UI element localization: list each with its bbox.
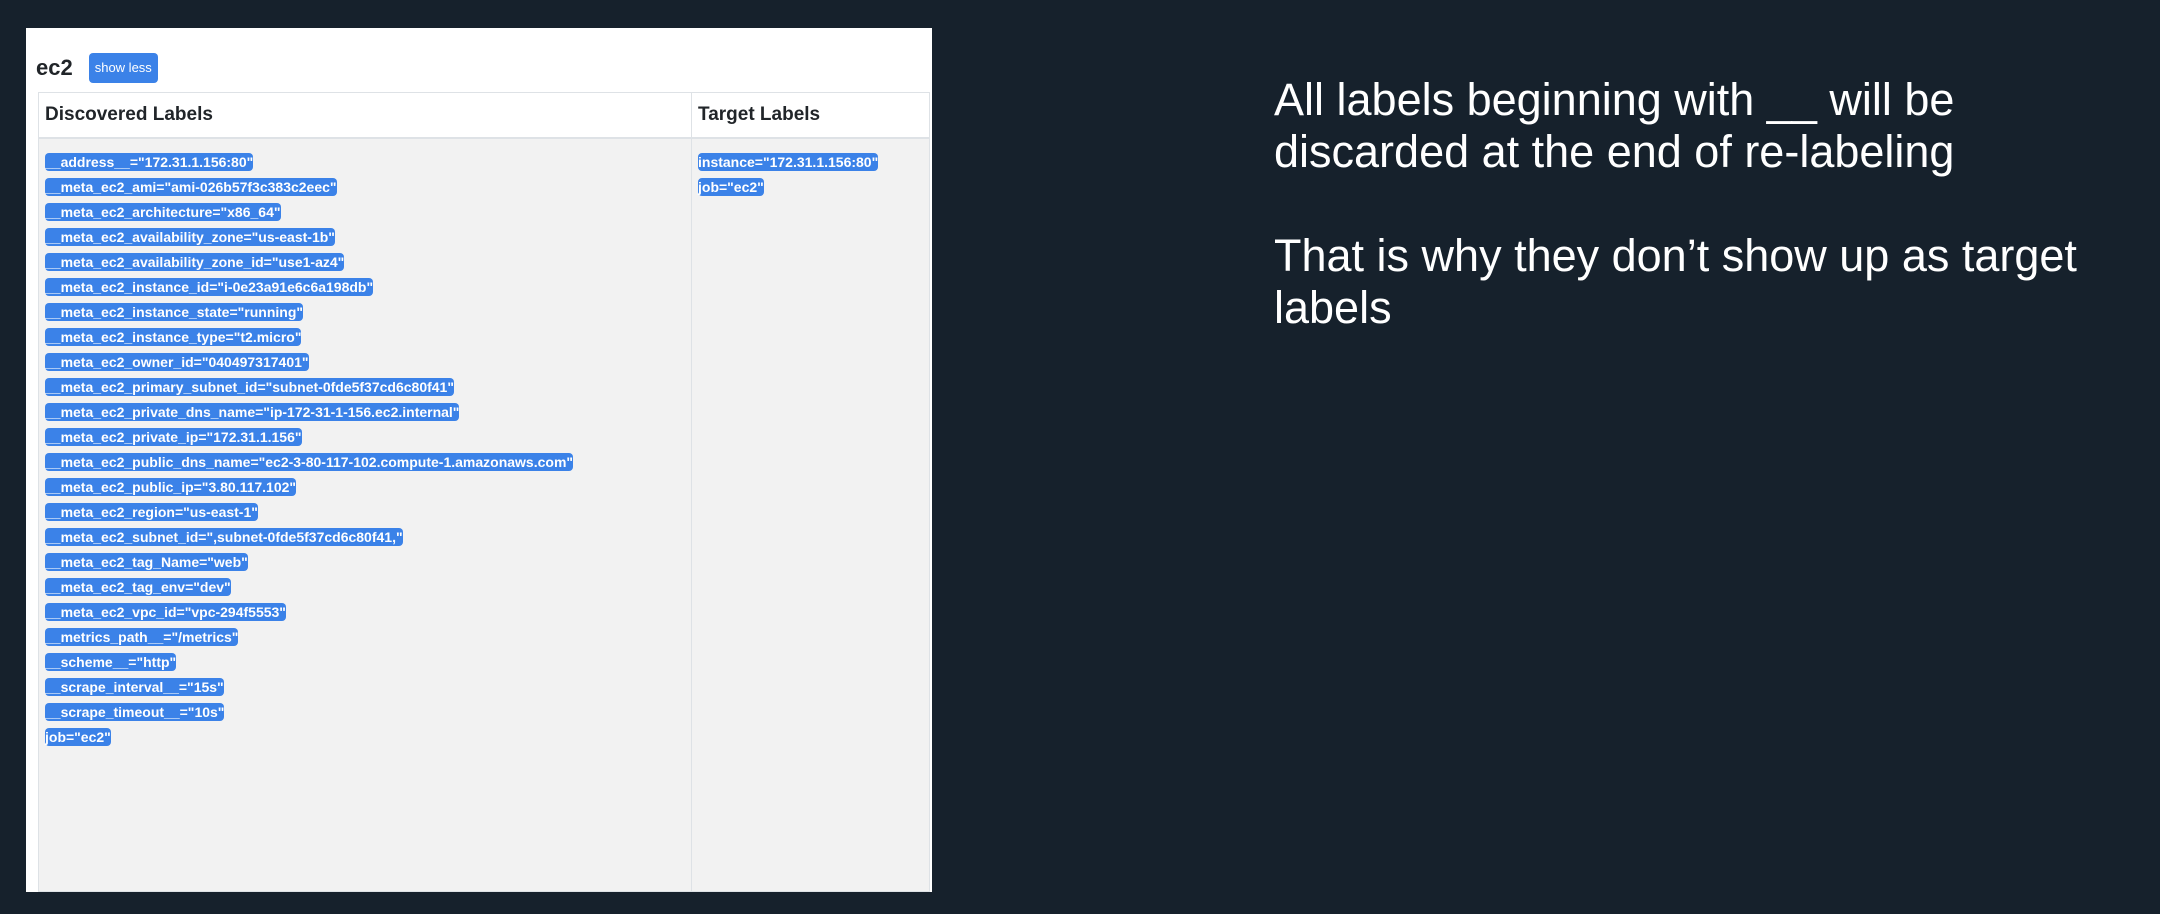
discovered-label-badge: __meta_ec2_instance_state="running" — [45, 303, 304, 321]
discovered-label-badge: __meta_ec2_private_dns_name="ip-172-31-1… — [45, 403, 460, 421]
discovered-label-badge: __meta_ec2_tag_env="dev" — [45, 578, 231, 596]
discovered-label-badge: __scheme__="http" — [45, 653, 177, 671]
discovered-label-badge: __scrape_interval__="15s" — [45, 678, 224, 696]
show-less-button[interactable]: show less — [88, 53, 158, 83]
target-label-badge: job="ec2" — [698, 178, 764, 196]
discovered-label-badge: __address__="172.31.1.156:80" — [45, 153, 254, 171]
discovered-label-badge: __meta_ec2_public_dns_name="ec2-3-80-117… — [45, 453, 574, 471]
discovered-label-badge: __meta_ec2_availability_zone_id="use1-az… — [45, 253, 345, 271]
labels-table-header-row: Discovered Labels Target Labels — [38, 92, 930, 139]
discovered-label-badge: __meta_ec2_primary_subnet_id="subnet-0fd… — [45, 378, 454, 396]
discovered-labels-cell: __address__="172.31.1.156:80" __meta_ec2… — [38, 137, 692, 892]
labels-table-row: __address__="172.31.1.156:80" __meta_ec2… — [38, 137, 930, 892]
target-labels-cell: instance="172.31.1.156:80" job="ec2" — [691, 137, 930, 892]
discovered-label-badge: __meta_ec2_public_ip="3.80.117.102" — [45, 478, 297, 496]
discovered-label-badge: __meta_ec2_subnet_id=",subnet-0fde5f37cd… — [45, 528, 403, 546]
panel-header: ec2 show less — [36, 50, 158, 86]
discovered-label-badge: __meta_ec2_vpc_id="vpc-294f5553" — [45, 603, 286, 621]
discovered-label-badge: __metrics_path__="/metrics" — [45, 628, 239, 646]
discovered-label-badge: __meta_ec2_region="us-east-1" — [45, 503, 258, 521]
job-name: ec2 — [36, 55, 73, 80]
labels-table: Discovered Labels Target Labels __addres… — [38, 92, 930, 892]
explanation-line-2: That is why they don’t show up as target… — [1274, 230, 2077, 333]
discovered-label-badge: __meta_ec2_instance_type="t2.micro" — [45, 328, 302, 346]
discovered-labels-header: Discovered Labels — [38, 92, 692, 139]
explanation-line-1: All labels beginning with __ will be dis… — [1274, 74, 1955, 177]
discovered-label-badge: job="ec2" — [45, 728, 111, 746]
explanation-text: All labels beginning with __ will be dis… — [1274, 74, 2124, 334]
labels-panel: ec2 show less Discovered Labels Target L… — [26, 28, 932, 892]
discovered-label-badge: __meta_ec2_ami="ami-026b57f3c383c2eec" — [45, 178, 337, 196]
discovered-label-badge: __meta_ec2_architecture="x86_64" — [45, 203, 281, 221]
discovered-label-badge: __meta_ec2_availability_zone="us-east-1b… — [45, 228, 335, 246]
target-label-badge: instance="172.31.1.156:80" — [698, 153, 879, 171]
discovered-label-badge: __meta_ec2_instance_id="i-0e23a91e6c6a19… — [45, 278, 374, 296]
discovered-label-badge: __meta_ec2_owner_id="040497317401" — [45, 353, 309, 371]
discovered-label-badge: __meta_ec2_private_ip="172.31.1.156" — [45, 428, 302, 446]
target-labels-header: Target Labels — [691, 92, 930, 139]
discovered-label-badge: __scrape_timeout__="10s" — [45, 703, 225, 721]
discovered-label-badge: __meta_ec2_tag_Name="web" — [45, 553, 248, 571]
